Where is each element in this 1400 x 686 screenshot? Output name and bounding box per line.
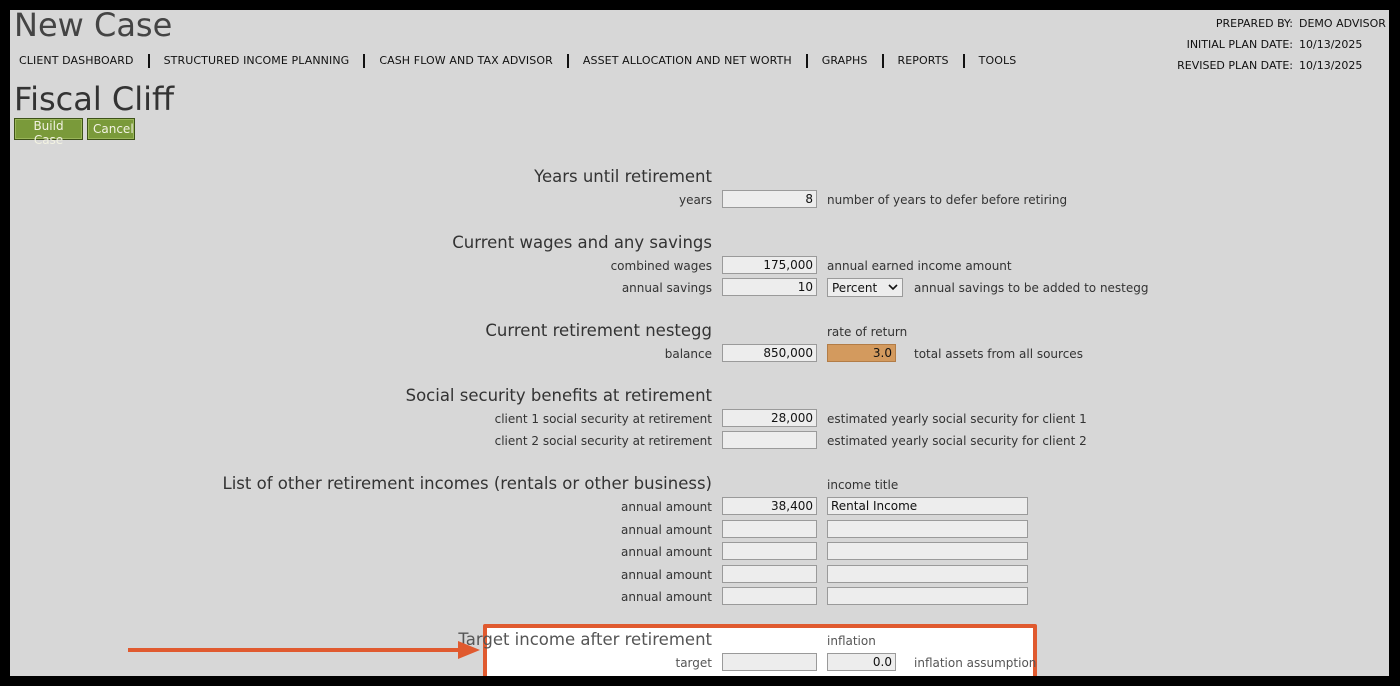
annual-savings-label: annual savings [621, 281, 712, 295]
target-label: target [675, 656, 713, 670]
annual-savings-input[interactable] [722, 278, 817, 296]
client2-ss-label: client 2 social security at retirement [494, 434, 712, 448]
case-title: Fiscal Cliff [14, 80, 175, 118]
meta-revised-plan-date: REVISED PLAN DATE: 10/13/2025 [1155, 59, 1385, 80]
years-heading: Years until retirement [534, 167, 712, 186]
other-income-label: annual amount [621, 523, 712, 537]
annual-savings-hint: annual savings to be added to nestegg [914, 281, 1149, 295]
inflation-input[interactable] [827, 653, 896, 671]
other-income-amount-input[interactable] [722, 565, 817, 583]
app-title: New Case [14, 10, 173, 44]
client2-ss-hint: estimated yearly social security for cli… [827, 434, 1087, 448]
meta-value: 10/13/2025 [1299, 38, 1363, 51]
other-income-amount-input[interactable] [722, 520, 817, 538]
income-title-label: income title [827, 478, 899, 492]
other-incomes-heading: List of other retirement incomes (rental… [222, 474, 712, 493]
nav-cash-flow-and-tax-advisor[interactable]: CASH FLOW AND TAX ADVISOR [365, 54, 567, 68]
client1-ss-input[interactable] [722, 409, 817, 427]
rate-of-return-label: rate of return [827, 325, 908, 339]
rate-of-return-input[interactable] [827, 344, 896, 362]
plan-meta: PREPARED BY: DEMO ADVISOR INITIAL PLAN D… [1155, 17, 1386, 80]
inflation-hint: inflation assumption [914, 656, 1037, 670]
nav-client-dashboard[interactable]: CLIENT DASHBOARD [10, 54, 148, 68]
meta-label: REVISED PLAN DATE: [1177, 59, 1293, 72]
savings-unit-value: Percent [832, 280, 878, 295]
other-income-title-input[interactable] [827, 497, 1028, 515]
nav-tools[interactable]: TOOLS [965, 54, 1031, 68]
inflation-label: inflation [827, 634, 876, 648]
combined-wages-hint: annual earned income amount [827, 259, 1012, 273]
target-income-input[interactable] [722, 653, 817, 671]
other-income-title-input[interactable] [827, 542, 1028, 560]
client1-ss-hint: estimated yearly social security for cli… [827, 412, 1087, 426]
balance-hint: total assets from all sources [914, 347, 1083, 361]
client2-ss-input[interactable] [722, 431, 817, 449]
arrow-icon [128, 641, 480, 659]
other-income-title-input[interactable] [827, 520, 1028, 538]
balance-label: balance [664, 347, 712, 361]
other-income-amount-input[interactable] [722, 497, 817, 515]
target-income-heading: Target income after retirement [458, 630, 712, 649]
meta-label: PREPARED BY: [1215, 17, 1293, 30]
other-income-amount-input[interactable] [722, 542, 817, 560]
nav-structured-income-planning[interactable]: STRUCTURED INCOME PLANNING [150, 54, 364, 68]
chevron-down-icon [888, 284, 898, 291]
client1-ss-label: client 1 social security at retirement [494, 412, 712, 426]
nestegg-heading: Current retirement nestegg [485, 321, 712, 340]
wages-heading: Current wages and any savings [452, 233, 712, 252]
years-label: years [678, 193, 712, 207]
other-income-label: annual amount [621, 500, 712, 514]
cancel-button[interactable]: Cancel [87, 118, 135, 140]
combined-wages-input[interactable] [722, 256, 817, 274]
combined-wages-label: combined wages [610, 259, 712, 273]
meta-value: DEMO ADVISOR [1299, 17, 1386, 30]
meta-label: INITIAL PLAN DATE: [1186, 38, 1293, 51]
meta-initial-plan-date: INITIAL PLAN DATE: 10/13/2025 [1155, 38, 1385, 59]
page: New Case CLIENT DASHBOARD STRUCTURED INC… [10, 10, 1389, 676]
other-income-amount-input[interactable] [722, 587, 817, 605]
social-security-heading: Social security benefits at retirement [405, 386, 712, 405]
balance-input[interactable] [722, 344, 817, 362]
savings-unit-select[interactable]: Percent [827, 278, 903, 297]
other-income-title-input[interactable] [827, 565, 1028, 583]
years-hint: number of years to defer before retiring [827, 193, 1068, 207]
nav-graphs[interactable]: GRAPHS [808, 54, 882, 68]
other-income-title-input[interactable] [827, 587, 1028, 605]
nav-reports[interactable]: REPORTS [884, 54, 963, 68]
nav-asset-allocation-and-net-worth[interactable]: ASSET ALLOCATION AND NET WORTH [569, 54, 806, 68]
years-input[interactable] [722, 190, 817, 208]
meta-value: 10/13/2025 [1299, 59, 1363, 72]
other-income-label: annual amount [621, 590, 712, 604]
main-nav: CLIENT DASHBOARD STRUCTURED INCOME PLANN… [10, 54, 1030, 68]
build-case-button[interactable]: Build Case [14, 118, 83, 147]
meta-prepared-by: PREPARED BY: DEMO ADVISOR [1155, 17, 1386, 38]
other-income-label: annual amount [621, 568, 712, 582]
other-income-label: annual amount [621, 545, 712, 559]
